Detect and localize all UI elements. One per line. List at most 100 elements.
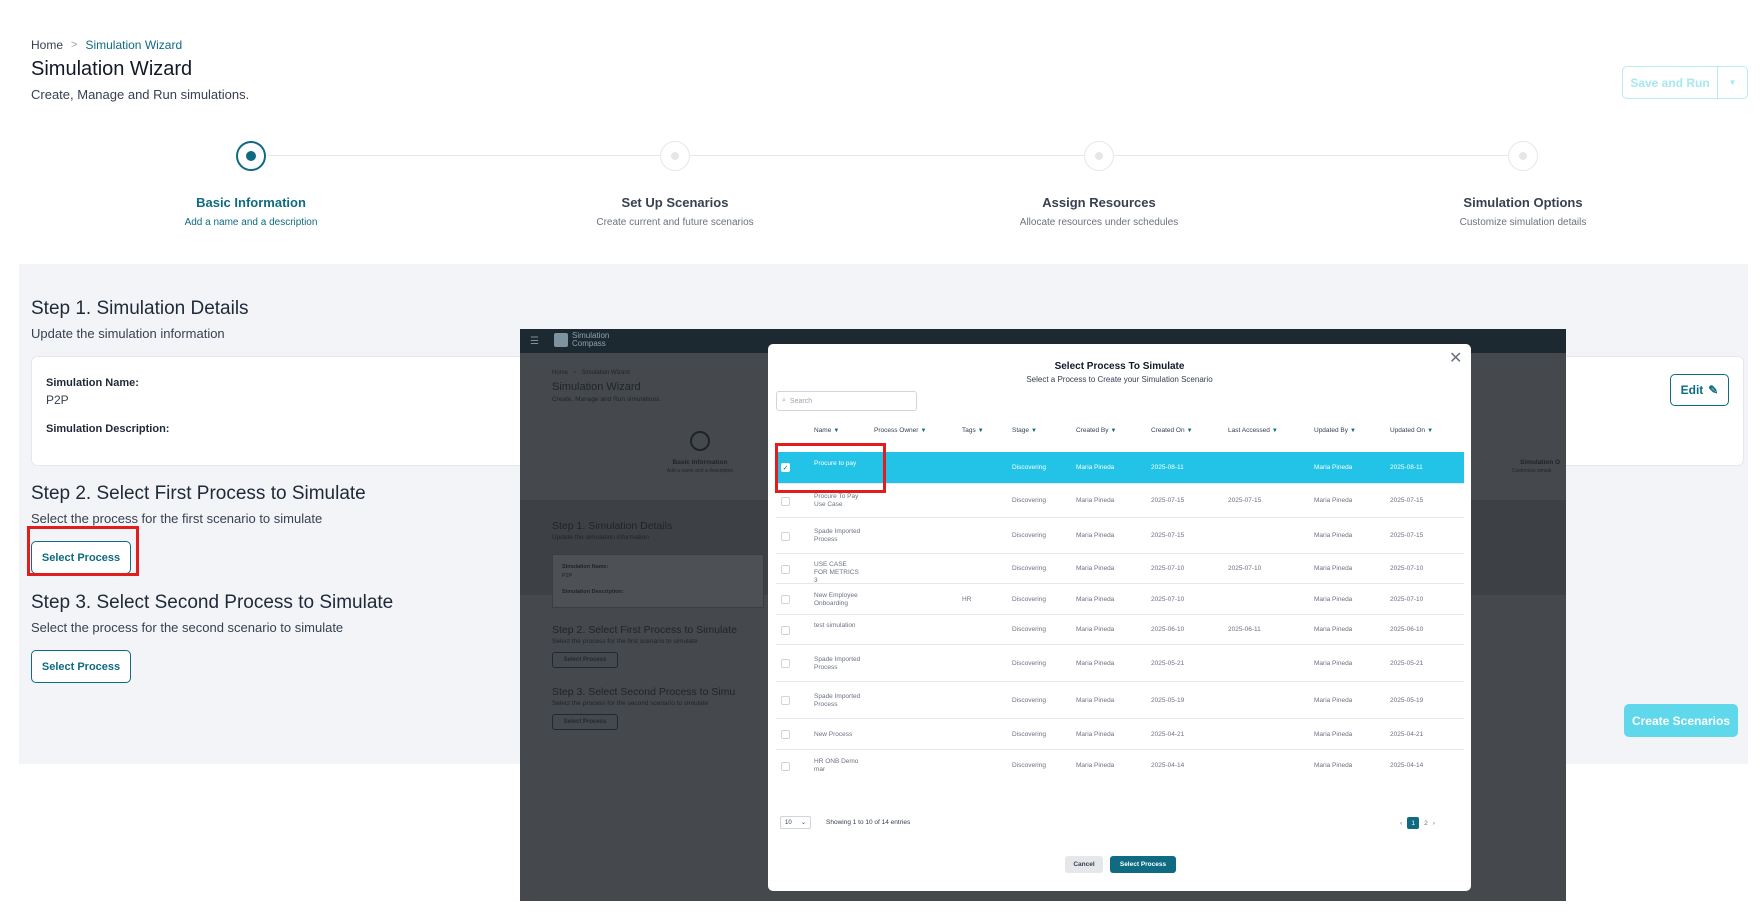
filter-icon: ▼ bbox=[1427, 428, 1434, 434]
embed-breadcrumb-current: Simulation Wizard bbox=[581, 370, 630, 376]
embed-subtitle: Create, Manage and Run simulations. bbox=[552, 396, 662, 403]
step-indicator-assign-resources[interactable] bbox=[1084, 141, 1114, 171]
cell-updated-by: Maria Pineda bbox=[1314, 497, 1353, 504]
column-header-created-on[interactable]: Created On ▼ bbox=[1151, 427, 1193, 434]
embed-step2-title: Step 2. Select First Process to Simulate bbox=[552, 624, 737, 636]
cell-updated-by: Maria Pineda bbox=[1314, 595, 1353, 603]
cell-created-by: Maria Pineda bbox=[1076, 595, 1115, 603]
cell-created-by: Maria Pineda bbox=[1076, 762, 1115, 769]
cell-stage: Discovering bbox=[1012, 696, 1046, 704]
pagination: ‹ 1 2 › bbox=[1400, 817, 1435, 829]
simulation-name-label: Simulation Name: bbox=[46, 377, 139, 389]
embed-breadcrumb-home: Home bbox=[552, 370, 569, 376]
cell-created-on: 2025-05-19 bbox=[1151, 696, 1185, 704]
cell-name: New Employee Onboarding bbox=[814, 591, 858, 607]
row-checkbox[interactable] bbox=[781, 659, 790, 668]
cell-name: Spade Imported Process bbox=[814, 692, 861, 708]
table-row[interactable]: HR ONB Demo mar Discovering Maria Pineda 20… bbox=[776, 749, 1464, 781]
row-checkbox[interactable] bbox=[781, 564, 790, 574]
embed-name-value: P2P bbox=[562, 573, 573, 579]
step-title: Basic Information bbox=[196, 195, 306, 210]
embed-step-right-desc: Customize simula bbox=[1512, 468, 1552, 474]
table-row[interactable]: Spade Imported Process Discovering Maria P… bbox=[776, 681, 1464, 718]
row-checkbox[interactable] bbox=[781, 531, 790, 541]
page-size-value: 10 bbox=[785, 819, 792, 826]
cell-updated-on: 2025-07-15 bbox=[1390, 532, 1424, 539]
page-button-1[interactable]: 1 bbox=[1407, 817, 1420, 829]
table-row[interactable]: USE CASE FOR METRICS 3 Discovering Maria P… bbox=[776, 553, 1464, 584]
column-header-stage[interactable]: Stage ▼ bbox=[1012, 427, 1037, 434]
cell-last-accessed: 2025-07-10 bbox=[1228, 565, 1262, 572]
page-size-select[interactable]: 10 ⌄ bbox=[780, 816, 811, 829]
column-header-updated-on[interactable]: Updated On ▼ bbox=[1390, 427, 1433, 434]
page-button-2[interactable]: 2 bbox=[1424, 820, 1428, 827]
cell-last-accessed: 2025-07-15 bbox=[1228, 497, 1262, 504]
breadcrumb-home[interactable]: Home bbox=[31, 38, 63, 52]
page-title: Simulation Wizard bbox=[31, 58, 193, 80]
table-row[interactable]: New Employee Onboarding HR Discovering Mari… bbox=[776, 583, 1464, 614]
filter-icon: ▼ bbox=[833, 428, 840, 434]
filter-icon: ▼ bbox=[1110, 428, 1117, 434]
logo-text: Simulation Compass bbox=[572, 331, 610, 348]
cell-name: Procure To Pay Use Case bbox=[814, 493, 859, 508]
row-checkbox[interactable] bbox=[781, 761, 790, 771]
pagination-info: Showing 1 to 10 of 14 entries bbox=[826, 819, 911, 826]
prev-page-icon[interactable]: ‹ bbox=[1400, 820, 1402, 827]
row-checkbox[interactable] bbox=[781, 696, 790, 705]
row-checkbox[interactable] bbox=[781, 730, 790, 739]
save-and-run-button[interactable]: Save and Run bbox=[1623, 67, 1717, 98]
row-checkbox[interactable] bbox=[781, 496, 790, 506]
cell-created-by: Maria Pineda bbox=[1076, 730, 1115, 738]
table-row[interactable]: test simulation Discovering Maria Pineda 20… bbox=[776, 614, 1464, 644]
close-icon[interactable]: ✕ bbox=[1449, 348, 1462, 368]
edit-button[interactable]: Edit ✎ bbox=[1670, 374, 1729, 406]
step2-title: Step 2. Select First Process to Simulate bbox=[31, 483, 366, 504]
step-indicator-basic-information[interactable] bbox=[236, 141, 266, 171]
search-input[interactable]: ⌕ Search bbox=[776, 391, 917, 411]
cell-updated-by: Maria Pineda bbox=[1314, 659, 1353, 667]
column-header-tags[interactable]: Tags ▼ bbox=[962, 427, 984, 434]
row-checkbox[interactable] bbox=[781, 625, 790, 635]
cell-stage: Discovering bbox=[1012, 730, 1046, 738]
menu-icon[interactable]: ☰ bbox=[530, 336, 539, 347]
cell-updated-on: 2025-07-10 bbox=[1390, 565, 1424, 572]
cell-created-on: 2025-07-15 bbox=[1151, 532, 1185, 539]
cell-created-by: Maria Pineda bbox=[1076, 497, 1115, 504]
step1-title: Step 1. Simulation Details bbox=[31, 298, 249, 319]
column-header-updated-by[interactable]: Updated By ▼ bbox=[1314, 427, 1356, 434]
embed-step-right: Simulation O bbox=[1520, 459, 1561, 466]
embed-title: Simulation Wizard bbox=[552, 381, 641, 393]
cell-created-by: Maria Pineda bbox=[1076, 532, 1115, 539]
edit-label: Edit bbox=[1680, 383, 1704, 397]
cell-updated-on: 2025-08-11 bbox=[1390, 463, 1423, 471]
column-header-name[interactable]: Name ▼ bbox=[814, 427, 839, 434]
step-indicator-simulation-options[interactable] bbox=[1508, 141, 1538, 171]
select-process-button[interactable]: Select Process bbox=[1110, 856, 1176, 873]
embed-details-card bbox=[552, 554, 764, 608]
create-scenarios-button[interactable]: Create Scenarios bbox=[1624, 704, 1738, 737]
column-header-last-accessed[interactable]: Last Accessed ▼ bbox=[1228, 427, 1278, 434]
table-row[interactable]: New Process Discovering Maria Pineda 2025-0… bbox=[776, 718, 1464, 749]
row-checkbox[interactable] bbox=[781, 595, 790, 604]
step-description: Add a name and a description bbox=[184, 217, 318, 228]
step-indicator-set-up-scenarios[interactable] bbox=[660, 141, 690, 171]
cell-name: Spade Imported Process bbox=[814, 655, 861, 671]
step-title: Set Up Scenarios bbox=[621, 195, 729, 210]
column-header-process-owner[interactable]: Process Owner ▼ bbox=[874, 427, 926, 434]
select-second-process-button[interactable]: Select Process bbox=[31, 650, 131, 683]
cell-updated-by: Maria Pineda bbox=[1314, 730, 1353, 738]
next-page-icon[interactable]: › bbox=[1433, 820, 1435, 827]
app-logo: Simulation Compass bbox=[554, 332, 618, 348]
cell-updated-by: Maria Pineda bbox=[1314, 532, 1353, 539]
cell-created-by: Maria Pineda bbox=[1076, 696, 1115, 704]
cancel-button[interactable]: Cancel bbox=[1065, 856, 1103, 873]
table-row[interactable]: Spade Imported Process Discovering Maria P… bbox=[776, 644, 1464, 681]
table-row[interactable]: Spade Imported Process Discovering Maria P… bbox=[776, 517, 1464, 553]
cell-stage: Discovering bbox=[1012, 565, 1046, 572]
stepper-connector bbox=[690, 155, 1084, 156]
breadcrumb-current[interactable]: Simulation Wizard bbox=[85, 38, 182, 52]
embed-breadcrumb: Home › Simulation Wizard bbox=[552, 370, 630, 376]
column-header-created-by[interactable]: Created By ▼ bbox=[1076, 427, 1116, 434]
page-subtitle: Create, Manage and Run simulations. bbox=[31, 87, 250, 102]
chevron-down-icon[interactable]: ▼ bbox=[1717, 67, 1747, 98]
